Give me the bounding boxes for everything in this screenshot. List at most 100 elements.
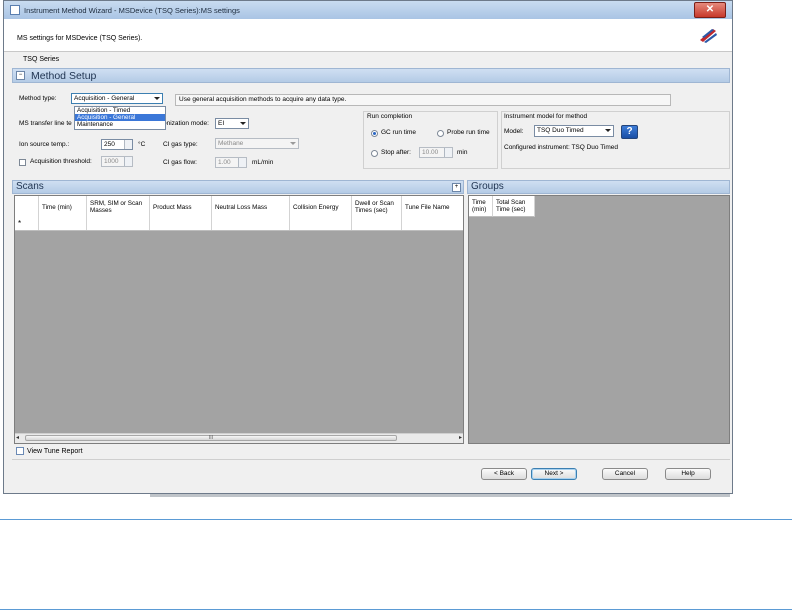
ion-source-temp-input[interactable]: 250 [101,139,133,150]
new-row-marker: * [15,218,39,230]
table-cell[interactable] [150,218,212,230]
column-header[interactable]: Tune File Name [402,196,463,218]
groups-header: Groups [467,180,730,194]
chevron-down-icon [605,129,611,132]
table-cell[interactable] [39,218,87,230]
option-acquisition-timed[interactable]: Acquisition - Timed [75,107,165,114]
stop-after-unit: min [457,149,468,156]
cancel-button[interactable]: Cancel [602,468,648,480]
configured-instrument-text: Configured instrument: TSQ Duo Timed [504,144,619,151]
view-tune-report-link[interactable]: View Tune Report [16,447,83,455]
table-row[interactable]: * [15,218,463,231]
column-header[interactable]: SRM, SIM or Scan Masses [87,196,150,218]
divider-top [0,519,792,520]
method-description: Use general acquisition methods to acqui… [175,94,671,106]
groups-table[interactable]: Time (min) Total Scan Time (sec) [468,195,730,444]
back-button[interactable]: < Back [481,468,527,480]
help-icon[interactable]: ? [621,125,638,139]
ionization-mode-label: onization mode: [163,120,209,127]
scans-header: Scans + [12,180,464,194]
method-type-dropdown-list[interactable]: Acquisition - Timed Acquisition - Genera… [74,106,166,130]
scans-header-row: Time (min) SRM, SIM or Scan Masses Produ… [15,196,463,219]
ci-gas-type-select[interactable]: Methane [215,138,299,149]
acquisition-threshold-input[interactable]: 1000 [101,156,133,167]
ion-source-temp-label: Ion source temp.: [19,141,70,148]
ci-gas-type-value: Methane [218,140,244,147]
horizontal-scrollbar[interactable]: ◂ III ▸ [15,433,463,443]
next-button[interactable]: Next > [531,468,577,480]
spinner-icon[interactable] [124,140,132,149]
ionization-mode-value: EI [218,120,225,127]
model-value: TSQ Duo Timed [537,127,584,134]
ion-source-temp-value: 250 [104,141,115,148]
tab-tsq-series[interactable]: TSQ Series [23,56,59,63]
method-setup-header: − Method Setup [12,68,730,83]
ionization-mode-select[interactable]: EI [215,118,249,129]
option-maintenance[interactable]: Maintenance [75,121,165,128]
gc-run-time-label: GC run time [381,129,417,136]
stop-after-label: Stop after: [381,149,411,156]
spinner-icon[interactable] [124,157,132,166]
table-cell[interactable] [290,218,352,230]
header-text: MS settings for MSDevice (TSQ Series). [17,35,143,42]
method-setup-title: Method Setup [31,70,97,82]
divider-bottom [0,609,792,610]
app-icon [10,5,20,15]
stop-after-value: 10.00 [422,149,439,156]
document-area [0,494,792,611]
spinner-icon[interactable] [238,158,246,167]
thermo-logo-icon [700,29,717,43]
probe-run-time-radio[interactable] [437,130,444,137]
method-type-select[interactable]: Acquisition - General [71,93,163,104]
header-panel: MS settings for MSDevice (TSQ Series). [4,19,732,52]
ci-gas-type-label: CI gas type: [163,141,198,148]
scroll-left-icon[interactable]: ◂ [16,435,19,442]
column-header[interactable]: Total Scan Time (sec) [493,196,535,217]
stop-after-radio[interactable] [371,150,378,157]
acquisition-threshold-checkbox[interactable] [19,159,26,166]
title-bar[interactable]: Instrument Method Wizard - MSDevice (TSQ… [4,1,732,20]
scans-title: Scans [16,181,44,192]
chevron-down-icon [290,142,296,145]
instrument-model-title: Instrument model for method [504,113,588,120]
scans-table[interactable]: Time (min) SRM, SIM or Scan Masses Produ… [14,195,464,444]
column-header[interactable]: Time (min) [39,196,87,218]
option-acquisition-general[interactable]: Acquisition - General [75,114,165,121]
method-type-value: Acquisition - General [74,95,135,102]
acquisition-threshold-label: Acquisition threshold: [30,158,92,165]
collapse-icon[interactable]: − [16,71,25,80]
gc-run-time-radio[interactable] [371,130,378,137]
probe-run-time-label: Probe run time [447,129,490,136]
column-header[interactable]: Collision Energy [290,196,352,218]
expand-icon[interactable]: + [452,183,461,192]
ci-gas-flow-value: 1.00 [218,159,231,166]
model-select[interactable]: TSQ Duo Timed [534,125,614,137]
table-cell[interactable] [87,218,150,230]
ci-gas-flow-input[interactable]: 1.00 [215,157,247,168]
scroll-grip-icon: III [208,435,214,441]
scroll-thumb[interactable]: III [25,435,397,441]
groups-title: Groups [471,181,504,192]
ci-gas-flow-unit: mL/min [252,159,274,166]
help-button[interactable]: Help [665,468,711,480]
spinner-icon[interactable] [444,148,452,157]
stop-after-input[interactable]: 10.00 [419,147,453,158]
scroll-right-icon[interactable]: ▸ [459,435,462,442]
ion-source-temp-unit: °C [138,141,146,148]
wizard-window: Instrument Method Wizard - MSDevice (TSQ… [3,0,733,494]
run-completion-title: Run completion [367,113,413,120]
table-cell[interactable] [402,218,463,230]
row-header-corner [15,196,39,218]
window-title: Instrument Method Wizard - MSDevice (TSQ… [24,6,240,15]
column-header[interactable]: Product Mass [150,196,212,218]
acquisition-threshold-value: 1000 [104,158,119,165]
ci-gas-flow-label: CI gas flow: [163,159,197,166]
table-cell[interactable] [212,218,290,230]
column-header[interactable]: Dwell or Scan Times (sec) [352,196,402,218]
column-header[interactable]: Neutral Loss Mass [212,196,290,218]
close-button[interactable]: ✕ [694,2,726,18]
chevron-down-icon [154,97,160,100]
background-window-edge [150,494,730,497]
column-header[interactable]: Time (min) [469,196,493,217]
table-cell[interactable] [352,218,402,230]
